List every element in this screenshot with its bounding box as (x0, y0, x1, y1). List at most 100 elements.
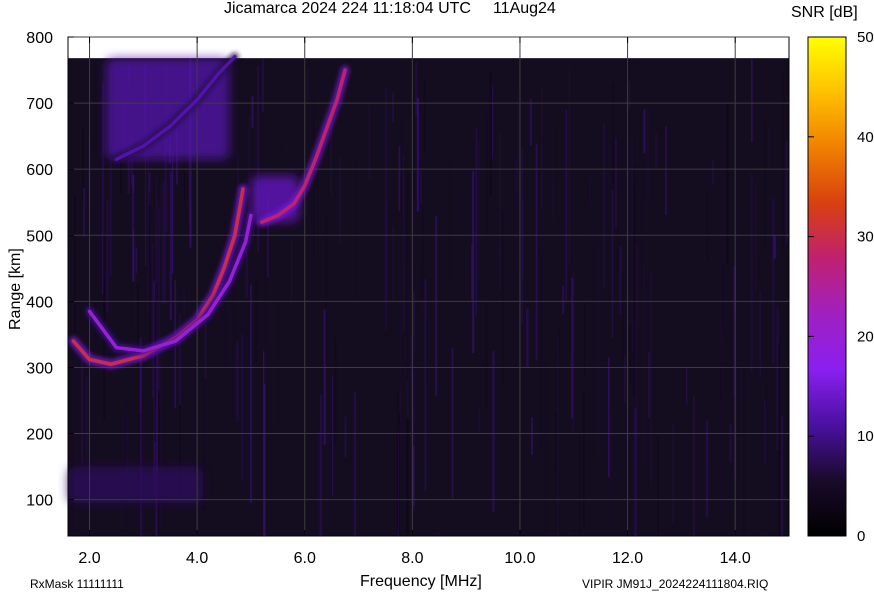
noise-stripe (529, 99, 532, 146)
colorbar-tick-label: 50 (857, 29, 874, 46)
noise-stripe (392, 226, 394, 299)
noise-stripe (740, 429, 742, 529)
noise-stripe (147, 136, 150, 311)
noise-stripe (621, 301, 625, 359)
noise-stripe (736, 205, 738, 412)
noise-stripe (541, 87, 543, 208)
noise-stripe (693, 396, 695, 536)
noise-stripe (75, 347, 78, 458)
noise-stripe (149, 191, 151, 355)
noise-stripe (412, 89, 415, 293)
noise-stripe (610, 411, 613, 522)
noise-stripe (423, 78, 426, 154)
noise-stripe (178, 314, 181, 406)
noise-stripe (765, 384, 768, 406)
noise-stripe (589, 180, 592, 207)
noise-stripe (540, 252, 542, 449)
echo-patch (68, 466, 203, 503)
noise-stripe (773, 234, 776, 259)
noise-stripe (565, 109, 568, 301)
noise-stripe (614, 138, 617, 228)
noise-stripe (236, 341, 239, 423)
noise-stripe (385, 87, 387, 302)
noise-stripe (705, 420, 709, 517)
noise-stripe (576, 229, 578, 396)
noise-stripe (582, 392, 585, 527)
noise-stripe (344, 416, 347, 458)
noise-stripe (461, 184, 464, 236)
noise-stripe (571, 278, 574, 419)
noise-stripe (764, 399, 766, 466)
noise-stripe (85, 375, 88, 458)
noise-stripe (782, 69, 785, 252)
noise-stripe (603, 124, 605, 288)
noise-stripe (641, 188, 643, 287)
noise-stripe (424, 279, 427, 491)
noise-stripe (106, 199, 109, 313)
noise-stripe (526, 308, 529, 368)
noise-stripe (250, 284, 252, 503)
noise-stripe (768, 126, 770, 171)
noise-stripe (353, 392, 356, 536)
y-tick-label: 400 (26, 294, 53, 311)
noise-stripe (306, 68, 309, 101)
colorbar-tick-label: 10 (857, 428, 874, 445)
noise-stripe (764, 117, 766, 252)
y-tick-label: 100 (26, 493, 53, 510)
noise-stripe (420, 362, 422, 467)
noise-stripe (619, 246, 622, 315)
noise-stripe (354, 161, 356, 300)
noise-stripe (672, 422, 675, 524)
x-tick-label: 6.0 (294, 550, 316, 567)
noise-stripe (135, 247, 138, 274)
noise-stripe (332, 375, 334, 496)
noise-stripe (169, 171, 172, 321)
x-tick-label: 4.0 (186, 550, 208, 567)
noise-stripe (426, 315, 428, 387)
noise-stripe (492, 351, 495, 513)
noise-stripe (583, 302, 586, 377)
noise-stripe (662, 295, 664, 499)
noise-stripe (367, 336, 369, 439)
noise-stripe (74, 195, 76, 333)
noise-stripe (203, 385, 205, 511)
noise-stripe (759, 291, 761, 378)
noise-stripe (521, 148, 524, 324)
noise-stripe (535, 143, 538, 361)
noise-stripe (562, 285, 565, 315)
noise-stripe (665, 126, 667, 216)
x-tick-label: 12.0 (612, 550, 643, 567)
colorbar-tick-label: 40 (857, 129, 874, 146)
noise-stripe (396, 391, 399, 530)
noise-stripe (83, 188, 85, 237)
noise-stripe (655, 132, 658, 168)
noise-stripe (750, 174, 753, 371)
noise-stripe (569, 66, 571, 264)
noise-stripe (612, 83, 614, 184)
noise-stripe (416, 97, 419, 212)
noise-stripe (334, 338, 337, 445)
noise-stripe (712, 159, 714, 185)
noise-stripe (754, 182, 757, 291)
noise-stripe (243, 121, 245, 172)
noise-stripe (392, 92, 394, 123)
noise-stripe (628, 81, 631, 108)
noise-stripe (320, 394, 322, 536)
noise-stripe (475, 128, 478, 317)
noise-stripe (715, 98, 717, 200)
colorbar-tick-label: 20 (857, 328, 874, 345)
y-tick-label: 200 (26, 427, 53, 444)
noise-stripe (635, 244, 638, 440)
noise-stripe (631, 136, 634, 352)
noise-stripe (719, 322, 722, 516)
noise-stripe (413, 356, 415, 446)
noise-stripe (437, 404, 439, 536)
noise-stripe (778, 343, 781, 536)
noise-stripe (435, 216, 438, 397)
y-axis-ticks: 100 200 300 400 500 600 700 800 (26, 30, 74, 510)
noise-stripe (643, 109, 646, 154)
x-tick-label: 10.0 (504, 550, 535, 567)
noise-stripe (140, 356, 142, 536)
noise-stripe (686, 366, 688, 405)
noise-stripe (277, 294, 279, 424)
